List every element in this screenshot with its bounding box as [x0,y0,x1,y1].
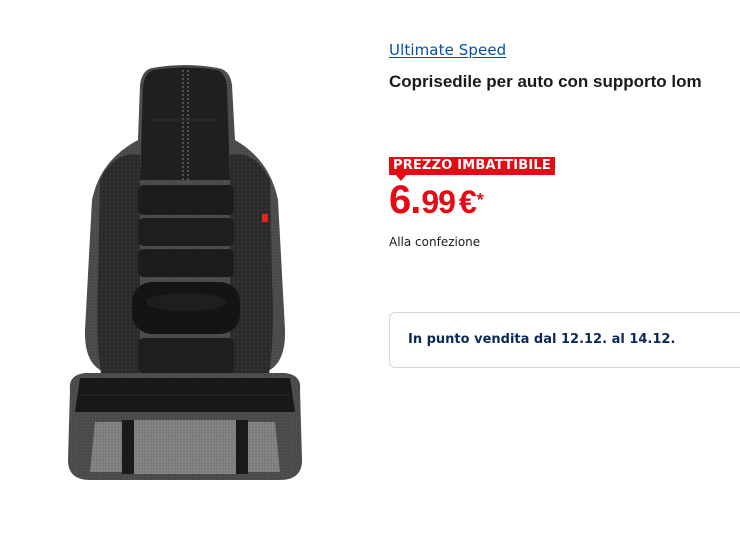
availability-box: In punto vendita dal 12.12. al 14.12. [389,312,740,368]
price-currency: € [458,184,477,220]
price-separator: . [410,178,421,222]
car-seat-image [68,65,302,480]
price-decimal: 99 [421,184,456,220]
brand-link[interactable]: Ultimate Speed [389,41,506,59]
price-integer: 6 [389,178,411,222]
price-badge: PREZZO IMBATTIBILE [389,157,555,175]
availability-text: In punto vendita dal 12.12. al 14.12. [408,332,676,347]
product-title: Coprisedile per auto con supporto lom [389,72,702,91]
unit-note: Alla confezione [389,235,481,249]
product-price: 6. 99 € * [389,178,484,222]
price-footnote-mark: * [476,190,484,210]
product-image[interactable] [40,40,330,510]
